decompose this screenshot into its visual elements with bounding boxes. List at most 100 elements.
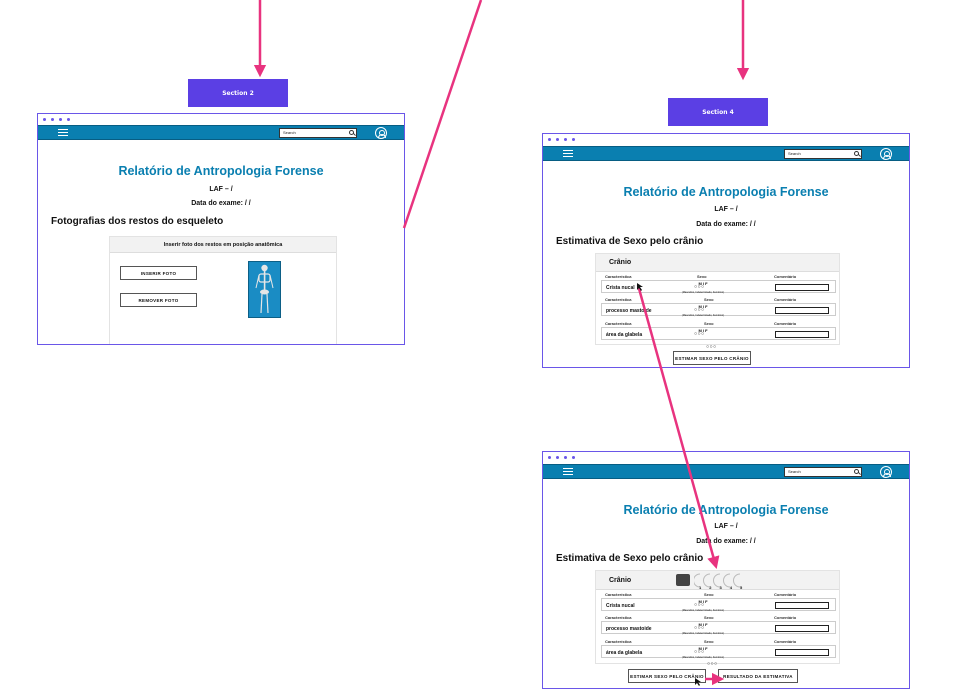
- scale-numbers: 1 2 3 4 5: [699, 585, 742, 590]
- skull-reference-image: [676, 574, 690, 586]
- col-sex: Sexo: [704, 615, 714, 620]
- section-2-label: Section 2: [188, 79, 288, 107]
- comment-field[interactable]: [775, 602, 829, 609]
- estimate-result-button[interactable]: RESULTADO DA ESTIMATIVA: [718, 669, 798, 683]
- estimate-sex-button[interactable]: ESTIMAR SEXO PELO CRÂNIO: [628, 669, 706, 683]
- skull-radio-group[interactable]: ○○○: [706, 345, 717, 350]
- navbar: Search: [38, 125, 404, 140]
- photo-card-header: Inserir foto dos restos em posição anatô…: [110, 237, 336, 253]
- col-comment: Comentário: [774, 297, 797, 302]
- scale-number: 2: [709, 585, 712, 590]
- col-characteristic: Característica: [605, 615, 632, 620]
- navbar: Search: [543, 146, 909, 161]
- sex-hint: (Masculino, Indeterminado, Feminino): [682, 314, 724, 317]
- trait-name: processo mastoide: [606, 308, 652, 314]
- col-sex: Sexo: [704, 639, 714, 644]
- navbar: Search: [543, 464, 909, 479]
- sex-estimate-heading: Estimativa de Sexo pelo crânio: [556, 236, 704, 247]
- search-placeholder: Search: [788, 151, 801, 156]
- trait-row: Crista nucal M I F ○○○ (Masculino, Indet…: [601, 598, 836, 612]
- skull-card: Crânio Característica Sexo Comentário Cr…: [595, 253, 840, 345]
- sex-hint: (Masculino, Indeterminado, Feminino): [682, 291, 724, 294]
- window-dots: [43, 118, 70, 121]
- menu-icon[interactable]: [563, 468, 573, 476]
- col-comment: Comentário: [774, 592, 797, 597]
- col-comment: Comentário: [774, 321, 797, 326]
- skull-radio-group[interactable]: ○○○: [707, 662, 718, 667]
- sex-hint: (Masculino, Indeterminado, Feminino): [682, 656, 724, 659]
- sex-radio-group[interactable]: ○○○: [694, 308, 705, 313]
- user-avatar-icon[interactable]: [880, 466, 892, 478]
- sex-hint: (Masculino, Indeterminado, Feminino): [682, 609, 724, 612]
- col-characteristic: Característica: [605, 274, 632, 279]
- trait-row: área da glabela M I F ○○○: [601, 327, 836, 340]
- search-icon: [854, 151, 859, 156]
- trait-row: processo mastoide M I F ○○○ (Masculino, …: [601, 621, 836, 635]
- sex-radio-group[interactable]: ○○○: [694, 626, 705, 631]
- photos-heading: Fotografias dos restos do esqueleto: [51, 216, 224, 227]
- report-title: Relatório de Antropologia Forense: [623, 503, 829, 517]
- user-avatar-icon[interactable]: [375, 127, 387, 139]
- trait-name: área da glabela: [606, 332, 643, 338]
- laf-line: LAF – /: [714, 206, 738, 213]
- skull-card-header: Crânio: [596, 254, 839, 272]
- trait-row: área da glabela M I F ○○○ (Masculino, In…: [601, 645, 836, 659]
- comment-field[interactable]: [775, 307, 829, 314]
- exam-date: Data do exame: / /: [191, 200, 251, 207]
- comment-field[interactable]: [775, 649, 829, 656]
- report-title: Relatório de Antropologia Forense: [118, 164, 324, 178]
- report-title: Relatório de Antropologia Forense: [623, 185, 829, 199]
- col-sex: Sexo: [704, 297, 714, 302]
- laf-line: LAF – /: [714, 523, 738, 530]
- trait-name: Crista nucal: [606, 285, 635, 291]
- col-characteristic: Característica: [605, 592, 632, 597]
- trait-name: processo mastoide: [606, 626, 652, 632]
- sex-radio-group[interactable]: ○○○: [694, 603, 705, 608]
- sex-radio-group[interactable]: ○○○: [694, 650, 705, 655]
- comment-field[interactable]: [775, 284, 829, 291]
- section-4-label: Section 4: [668, 98, 768, 126]
- user-avatar-icon[interactable]: [880, 148, 892, 160]
- sex-estimate-heading: Estimativa de Sexo pelo crânio: [556, 553, 704, 564]
- col-comment: Comentário: [774, 639, 797, 644]
- scale-number: 1: [699, 585, 702, 590]
- screen-skull-frame: Search Relatório de Antropologia Forense…: [542, 133, 910, 368]
- estimate-sex-button[interactable]: ESTIMAR SEXO PELO CRÂNIO: [673, 351, 751, 365]
- skull-card-title: Crânio: [609, 577, 632, 584]
- exam-date: Data do exame: / /: [696, 538, 756, 545]
- col-sex: Sexo: [704, 592, 714, 597]
- photo-card: Inserir foto dos restos em posição anatô…: [109, 236, 337, 344]
- scale-number: 5: [739, 585, 743, 590]
- search-input[interactable]: Search: [279, 128, 357, 138]
- laf-line: LAF – /: [209, 186, 233, 193]
- scale-number: 4: [729, 585, 732, 590]
- screen-result-frame: Search Relatório de Antropologia Forense…: [542, 451, 910, 689]
- comment-field[interactable]: [775, 625, 829, 632]
- window-dots: [548, 456, 575, 459]
- search-icon: [349, 130, 354, 135]
- col-comment: Comentário: [774, 615, 797, 620]
- trait-row: Crista nucal M I F ○○○ (Masculino, Indet…: [601, 280, 836, 294]
- comment-field[interactable]: [775, 331, 829, 338]
- search-placeholder: Search: [788, 469, 801, 474]
- trait-name: Crista nucal: [606, 603, 635, 609]
- skeleton-photo: [248, 261, 281, 318]
- search-input[interactable]: Search: [784, 467, 862, 477]
- remove-photo-button[interactable]: REMOVER FOTO: [120, 293, 197, 307]
- search-input[interactable]: Search: [784, 149, 862, 159]
- scale-number: 3: [719, 585, 722, 590]
- col-sex: Sexo: [697, 274, 707, 279]
- menu-icon[interactable]: [563, 150, 573, 158]
- col-characteristic: Característica: [605, 297, 632, 302]
- col-characteristic: Característica: [605, 639, 632, 644]
- trait-row: processo mastoide M I F ○○○ (Masculino, …: [601, 303, 836, 317]
- sex-radio-group[interactable]: ○○○: [694, 285, 705, 290]
- sex-radio-group[interactable]: ○○○: [694, 332, 705, 337]
- trait-name: área da glabela: [606, 650, 643, 656]
- menu-icon[interactable]: [58, 129, 68, 137]
- window-dots: [548, 138, 575, 141]
- sex-hint: (Masculino, Indeterminado, Feminino): [682, 632, 724, 635]
- col-comment: Comentário: [774, 274, 797, 279]
- insert-photo-button[interactable]: INSERIR FOTO: [120, 266, 197, 280]
- search-icon: [854, 469, 859, 474]
